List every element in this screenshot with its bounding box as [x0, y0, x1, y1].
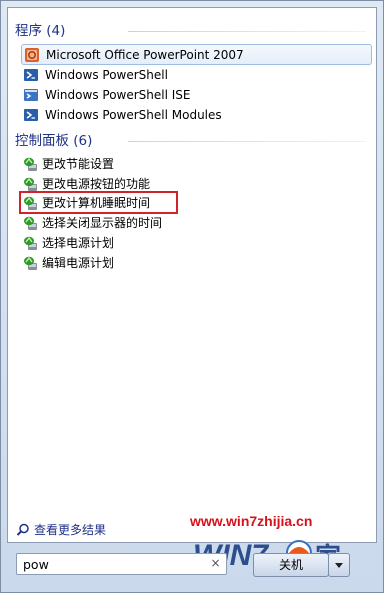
shutdown-options-button[interactable] [328, 553, 350, 577]
start-menu: 程序 (4) Microsoft Office PowerPoint 2007 … [0, 0, 384, 593]
annotation-highlight-box [19, 191, 178, 214]
program-item-label: Windows PowerShell Modules [45, 108, 222, 122]
program-item-label: Microsoft Office PowerPoint 2007 [46, 47, 244, 62]
power-options-icon [24, 256, 37, 270]
control-panel-item-label: 选择关闭显示器的时间 [42, 216, 163, 230]
see-more-results-link[interactable]: 查看更多结果 [16, 521, 106, 539]
control-panel-group-header[interactable]: 控制面板 (6) [15, 130, 92, 152]
powershell-icon [24, 69, 38, 81]
powershell-ise-icon [24, 89, 38, 101]
program-item-label: Windows PowerShell ISE [45, 88, 191, 102]
search-input[interactable] [17, 554, 203, 575]
program-item-powershell-ise[interactable]: Windows PowerShell ISE [23, 85, 191, 105]
program-item-label: Windows PowerShell [45, 68, 168, 82]
program-item-powershell-modules[interactable]: Windows PowerShell Modules [23, 105, 222, 125]
control-panel-item-label: 选择电源计划 [42, 236, 115, 250]
powerpoint-icon [25, 47, 39, 62]
group-divider [128, 141, 366, 142]
search-box[interactable]: × [16, 553, 227, 575]
see-more-label: 查看更多结果 [34, 523, 107, 537]
control-panel-item[interactable]: 选择电源计划 [23, 233, 114, 253]
powershell-icon [24, 109, 38, 121]
control-panel-item[interactable]: 选择关闭显示器的时间 [23, 213, 162, 233]
control-panel-item[interactable]: 更改节能设置 [23, 154, 114, 174]
power-options-icon [24, 177, 37, 191]
power-options-icon [24, 216, 37, 230]
group-divider [128, 31, 366, 32]
power-options-icon [24, 236, 37, 250]
watermark-url: www.win7zhijia.cn [190, 513, 313, 529]
power-options-icon [24, 157, 37, 171]
clear-search-icon[interactable]: × [209, 557, 222, 570]
programs-group-header[interactable]: 程序 (4) [15, 20, 65, 42]
control-panel-item-label: 编辑电源计划 [42, 256, 115, 270]
program-item-powerpoint[interactable]: Microsoft Office PowerPoint 2007 [21, 44, 372, 65]
program-item-powershell[interactable]: Windows PowerShell [23, 65, 168, 85]
search-results-panel: 程序 (4) Microsoft Office PowerPoint 2007 … [7, 7, 377, 543]
control-panel-item-label: 更改节能设置 [42, 157, 115, 171]
control-panel-item[interactable]: 编辑电源计划 [23, 253, 114, 273]
shutdown-button[interactable]: 关机 [253, 553, 329, 577]
search-icon [16, 523, 29, 536]
